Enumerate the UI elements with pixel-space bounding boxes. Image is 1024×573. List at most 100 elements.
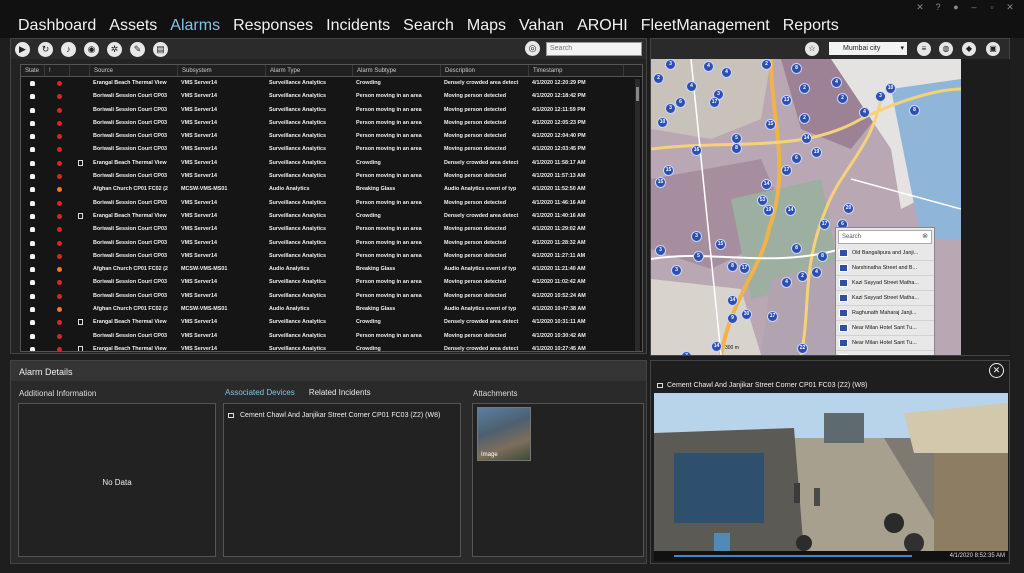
forward-icon[interactable]: ↻ <box>38 41 53 57</box>
close-video-button[interactable]: ✕ <box>989 363 1004 378</box>
column-header[interactable]: Alarm Subtype <box>353 65 441 76</box>
map-cluster-marker[interactable]: 10 <box>657 117 668 128</box>
alarm-search-input[interactable] <box>546 41 642 56</box>
table-row[interactable]: Erangal Beach Thermal View VMS Server14 Su… <box>21 157 642 170</box>
map-cluster-marker[interactable]: 4 <box>859 107 870 118</box>
device-list-item[interactable]: Cement Chawl And Janjik... <box>836 351 934 355</box>
map-cluster-marker[interactable]: 17 <box>767 311 778 322</box>
device-list-item[interactable]: Kazi Sayyad Street Matha... <box>836 276 934 291</box>
device-list-item[interactable]: Old Bangalipura and Janji... <box>836 246 934 261</box>
map-cluster-marker[interactable]: 15 <box>655 177 666 188</box>
map-cluster-marker[interactable]: 4 <box>721 67 732 78</box>
edit-icon[interactable]: ✎ <box>130 41 145 57</box>
map-cluster-marker[interactable]: 4 <box>831 77 842 88</box>
restore-icon[interactable]: ▫ <box>986 2 998 13</box>
map-cluster-marker[interactable]: 17 <box>709 97 720 108</box>
column-header[interactable] <box>70 65 90 76</box>
nav-search[interactable]: Search <box>403 16 454 36</box>
map-cluster-marker[interactable]: 8 <box>727 261 738 272</box>
map-cluster-marker[interactable]: 14 <box>727 295 738 306</box>
video-progress[interactable] <box>674 555 912 557</box>
table-row[interactable]: Boriwali Session Court CP03 VMS Server14 S… <box>21 170 642 183</box>
nav-responses[interactable]: Responses <box>233 16 313 36</box>
map-cluster-marker[interactable]: 2 <box>799 83 810 94</box>
star-icon[interactable]: ☆ <box>805 42 819 56</box>
map-cluster-marker[interactable]: 4 <box>703 61 714 72</box>
table-row[interactable]: Afghan Church CP01 FC02 (2 MCSW-VMS-MS01 A… <box>21 183 642 196</box>
table-row[interactable]: Afghan Church CP01 FC02 (2 MCSW-VMS-MS01 A… <box>21 303 642 316</box>
map-cluster-marker[interactable]: 17 <box>781 165 792 176</box>
device-list-item[interactable]: Raghunath Maharaj Janji... <box>836 306 934 321</box>
map-cluster-marker[interactable]: 3 <box>665 59 676 70</box>
map-cluster-marker[interactable]: 10 <box>885 83 896 94</box>
map-cluster-marker[interactable]: 8 <box>909 105 920 116</box>
map-cluster-marker[interactable]: 19 <box>763 205 774 216</box>
map-cluster-marker[interactable]: 13 <box>781 95 792 106</box>
map-cluster-marker[interactable]: 3 <box>665 103 676 114</box>
nav-assets[interactable]: Assets <box>109 16 157 36</box>
device-list-item[interactable]: Near Milan Hotel Sant Tu... <box>836 321 934 336</box>
tab-related-incidents[interactable]: Related Incidents <box>309 388 371 397</box>
acknowledge-icon[interactable]: ▶ <box>15 41 30 57</box>
table-row[interactable]: Erangal Beach Thermal View VMS Server14 Su… <box>21 316 642 329</box>
map-cluster-marker[interactable]: 8 <box>731 143 742 154</box>
table-row[interactable]: Boriwali Session Court CP03 VMS Server14 S… <box>21 223 642 236</box>
map-cluster-marker[interactable]: 30 <box>741 309 752 320</box>
map-cluster-marker[interactable]: 15 <box>765 119 776 130</box>
help-icon[interactable]: ? <box>932 2 944 13</box>
drop-icon[interactable]: ◆ <box>962 42 976 56</box>
map-cluster-marker[interactable]: 14 <box>711 341 722 352</box>
nav-reports[interactable]: Reports <box>783 16 839 36</box>
map-cluster-marker[interactable]: 6 <box>675 97 686 108</box>
column-header[interactable]: Subsystem <box>178 65 266 76</box>
map-cluster-marker[interactable]: 2 <box>799 113 810 124</box>
grid-scrollbar[interactable] <box>635 79 640 351</box>
nav-vahan[interactable]: Vahan <box>519 16 564 36</box>
vehicle-icon[interactable]: ▣ <box>986 42 1000 56</box>
map-cluster-marker[interactable]: 8 <box>791 243 802 254</box>
map-cluster-marker[interactable]: 3 <box>655 245 666 256</box>
device-list-search[interactable]: Search <box>838 230 932 244</box>
map-cluster-marker[interactable]: 3 <box>875 91 886 102</box>
table-row[interactable]: Erangal Beach Thermal View VMS Server14 Su… <box>21 77 642 90</box>
device-list-item[interactable]: Narshinatha Street and B... <box>836 261 934 276</box>
report-icon[interactable]: ▤ <box>153 41 168 57</box>
map-cluster-marker[interactable]: 2 <box>797 271 808 282</box>
map-cluster-marker[interactable]: 8 <box>791 63 802 74</box>
table-row[interactable]: Erangal Beach Thermal View VMS Server14 Su… <box>21 210 642 223</box>
table-row[interactable]: Boriwali Session Court CP03 VMS Server14 S… <box>21 90 642 103</box>
map-cluster-marker[interactable]: 2 <box>653 73 664 84</box>
column-header[interactable]: Source <box>90 65 178 76</box>
map-cluster-marker[interactable]: 6 <box>791 153 802 164</box>
map-cluster-marker[interactable]: 17 <box>819 219 830 230</box>
table-row[interactable]: Boriwali Session Court CP03 VMS Server14 S… <box>21 104 642 117</box>
map-cluster-marker[interactable]: 4 <box>686 81 697 92</box>
table-row[interactable]: Boriwali Session Court CP03 VMS Server14 S… <box>21 250 642 263</box>
table-row[interactable]: Boriwali Session Court CP03 VMS Server14 S… <box>21 237 642 250</box>
device-list-item[interactable]: Kazi Sayyad Street Matha... <box>836 291 934 306</box>
nav-alarms[interactable]: Alarms <box>170 16 220 36</box>
map-cluster-marker[interactable]: 20 <box>843 203 854 214</box>
video-frame[interactable] <box>654 393 1008 553</box>
map-cluster-marker[interactable]: 7 <box>681 351 692 355</box>
table-row[interactable]: Afghan Church CP01 FC02 (2 MCSW-VMS-MS01 A… <box>21 263 642 276</box>
table-row[interactable]: Boriwali Session Court CP03 VMS Server14 S… <box>21 330 642 343</box>
table-row[interactable]: Boriwali Session Court CP03 VMS Server14 S… <box>21 143 642 156</box>
map-cluster-marker[interactable]: 2 <box>837 93 848 104</box>
city-select[interactable]: Mumbai city <box>829 42 907 55</box>
map-cluster-marker[interactable]: 3 <box>691 231 702 242</box>
bell-icon[interactable]: ♪ <box>61 41 76 57</box>
attachment-thumbnail[interactable]: Image <box>477 407 531 461</box>
map-cluster-marker[interactable]: 14 <box>761 179 772 190</box>
layers-icon[interactable]: ≡ <box>917 42 931 56</box>
map-cluster-marker[interactable]: 19 <box>811 147 822 158</box>
map-cluster-marker[interactable]: 4 <box>811 267 822 278</box>
map-cluster-marker[interactable]: 4 <box>781 277 792 288</box>
column-header[interactable]: Description <box>441 65 529 76</box>
map-cluster-marker[interactable]: 15 <box>663 165 674 176</box>
location-icon[interactable]: ◉ <box>84 41 99 57</box>
table-row[interactable]: Boriwali Session Court CP03 VMS Server14 S… <box>21 117 642 130</box>
nav-dashboard[interactable]: Dashboard <box>18 16 96 36</box>
map-canvas[interactable]: 3 4 2 4 8 2 4 3 2 6 2 4 10 8 4 10 17 13 5 3 15 14 2 15 8 16 6 14 19 1… <box>651 59 961 355</box>
filter-icon[interactable]: ◎ <box>525 41 540 56</box>
